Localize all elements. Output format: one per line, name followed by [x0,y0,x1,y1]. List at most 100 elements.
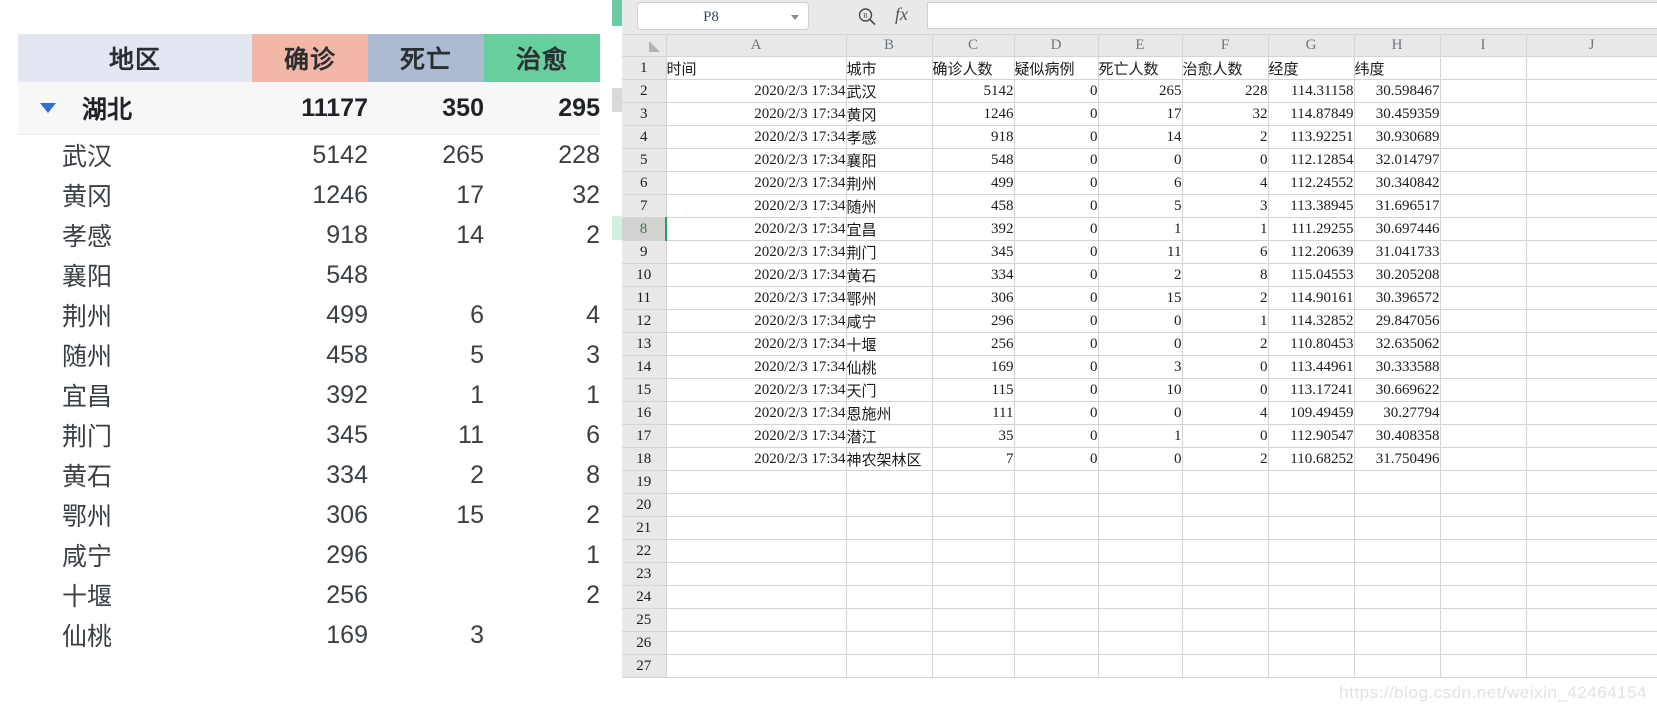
sheet-cell[interactable] [846,562,933,586]
sheet-cell[interactable]: 334 [932,263,1015,287]
sheet-cell[interactable]: 0 [1014,401,1099,425]
sheet-cell[interactable]: 112.20639 [1268,240,1355,264]
sheet-cell[interactable]: 0 [1098,148,1183,172]
sheet-cell[interactable] [1526,654,1657,678]
sheet-cell[interactable] [1354,562,1441,586]
sheet-cell[interactable] [1526,378,1657,402]
sheet-cell[interactable]: 29.847056 [1354,309,1441,333]
sheet-row-header[interactable]: 19 [622,470,667,494]
sheet-cell[interactable]: 2020/2/3 17:34 [666,171,847,195]
sheet-cell[interactable]: 0 [1014,240,1099,264]
sheet-cell[interactable]: 2020/2/3 17:34 [666,79,847,103]
city-row[interactable]: 仙桃 169 3 [18,615,600,655]
sheet-col-header-h[interactable]: H [1354,34,1441,57]
sheet-row-header[interactable]: 1 [622,56,667,80]
sheet-cell[interactable]: 0 [1014,424,1099,448]
sheet-cell[interactable]: 2020/2/3 17:34 [666,309,847,333]
sheet-cell[interactable] [1440,194,1527,218]
sheet-cell[interactable]: 0 [1014,171,1099,195]
sheet-row-header[interactable]: 10 [622,263,667,287]
sheet-cell[interactable]: 3 [1182,194,1269,218]
sheet-cell[interactable] [1526,608,1657,632]
sheet-cell[interactable]: 31.696517 [1354,194,1441,218]
sheet-cell[interactable] [1268,516,1355,540]
sheet-grid[interactable]: ABCDEFGHIJ 1 时间 城市 确诊人数 疑似病例 死亡人数 治愈人数 经度 纬度 2 202… [622,34,1657,711]
sheet-cell[interactable] [1526,194,1657,218]
sheet-cell[interactable]: 0 [1098,447,1183,471]
sheet-cell[interactable]: 6 [1182,240,1269,264]
sheet-cell[interactable]: 荆州 [846,171,933,195]
sheet-cell[interactable] [1526,171,1657,195]
sheet-cell[interactable]: 3 [1098,355,1183,379]
sheet-cell[interactable]: 8 [1182,263,1269,287]
sheet-cell[interactable] [1014,608,1099,632]
city-row[interactable]: 荆州 499 6 4 [18,295,600,335]
sheet-cell[interactable]: 114.90161 [1268,286,1355,310]
sheet-cell[interactable]: 武汉 [846,79,933,103]
sheet-cell[interactable] [1440,562,1527,586]
sheet-cell[interactable]: 0 [1014,332,1099,356]
sheet-cell[interactable]: 32.014797 [1354,148,1441,172]
sheet-cell[interactable] [666,608,847,632]
province-name-cell[interactable]: 湖北 [18,82,252,135]
sheet-cell[interactable] [1098,631,1183,655]
sheet-cell[interactable] [1268,608,1355,632]
sheet-cell[interactable]: 265 [1098,79,1183,103]
sheet-cell[interactable] [846,608,933,632]
city-row[interactable]: 荆门 345 11 6 [18,415,600,455]
sheet-cell[interactable]: 0 [1014,378,1099,402]
sheet-cell[interactable]: 0 [1014,125,1099,149]
sheet-col-header-b[interactable]: B [846,34,933,57]
sheet-cell[interactable]: 392 [932,217,1015,241]
sheet-cell[interactable]: 918 [932,125,1015,149]
sheet-cell[interactable] [1098,470,1183,494]
sheet-cell[interactable] [1526,424,1657,448]
sheet-cell[interactable]: 113.38945 [1268,194,1355,218]
sheet-row-header[interactable]: 8 [622,217,667,241]
sheet-row-header[interactable]: 22 [622,539,667,563]
sheet-cell[interactable] [846,585,933,609]
sheet-cell[interactable]: 1 [1182,309,1269,333]
sheet-cell[interactable]: 111 [932,401,1015,425]
sheet-cell[interactable]: 0 [1014,263,1099,287]
sheet-cell[interactable]: 确诊人数 [932,56,1015,80]
search-icon[interactable]: R [857,7,877,27]
sheet-cell[interactable] [1098,608,1183,632]
sheet-row-header[interactable]: 14 [622,355,667,379]
sheet-col-header-f[interactable]: F [1182,34,1269,57]
sheet-cell[interactable]: 0 [1014,309,1099,333]
city-row[interactable]: 十堰 256 2 [18,575,600,615]
sheet-cell[interactable] [1440,355,1527,379]
sheet-cell[interactable]: 1 [1098,424,1183,448]
sheet-col-header-e[interactable]: E [1098,34,1183,57]
city-row[interactable]: 武汉 5142 265 228 [18,134,600,175]
sheet-cell[interactable] [666,539,847,563]
sheet-cell[interactable]: 30.333588 [1354,355,1441,379]
sheet-cell[interactable] [1182,470,1269,494]
sheet-cell[interactable] [1526,447,1657,471]
sheet-cell[interactable] [1526,585,1657,609]
sheet-cell[interactable] [1526,309,1657,333]
sheet-cell[interactable] [1014,585,1099,609]
sheet-cell[interactable]: 30.396572 [1354,286,1441,310]
sheet-cell[interactable]: 1246 [932,102,1015,126]
sheet-cell[interactable]: 死亡人数 [1098,56,1183,80]
sheet-cell[interactable] [1526,562,1657,586]
sheet-cell[interactable] [1098,585,1183,609]
sheet-col-header-c[interactable]: C [932,34,1015,57]
sheet-cell[interactable] [1526,240,1657,264]
sheet-cell[interactable] [1440,56,1527,80]
city-row[interactable]: 随州 458 5 3 [18,335,600,375]
sheet-cell[interactable] [1440,401,1527,425]
sheet-cell[interactable] [1182,631,1269,655]
sheet-cell[interactable]: 0 [1182,378,1269,402]
sheet-cell[interactable]: 169 [932,355,1015,379]
sheet-cell[interactable]: 天门 [846,378,933,402]
sheet-cell[interactable] [1182,562,1269,586]
name-box[interactable]: P8 [637,2,809,30]
sheet-cell[interactable] [1440,79,1527,103]
sheet-cell[interactable] [1268,654,1355,678]
sheet-cell[interactable] [1440,263,1527,287]
sheet-cell[interactable] [1526,217,1657,241]
sheet-col-header-g[interactable]: G [1268,34,1355,57]
